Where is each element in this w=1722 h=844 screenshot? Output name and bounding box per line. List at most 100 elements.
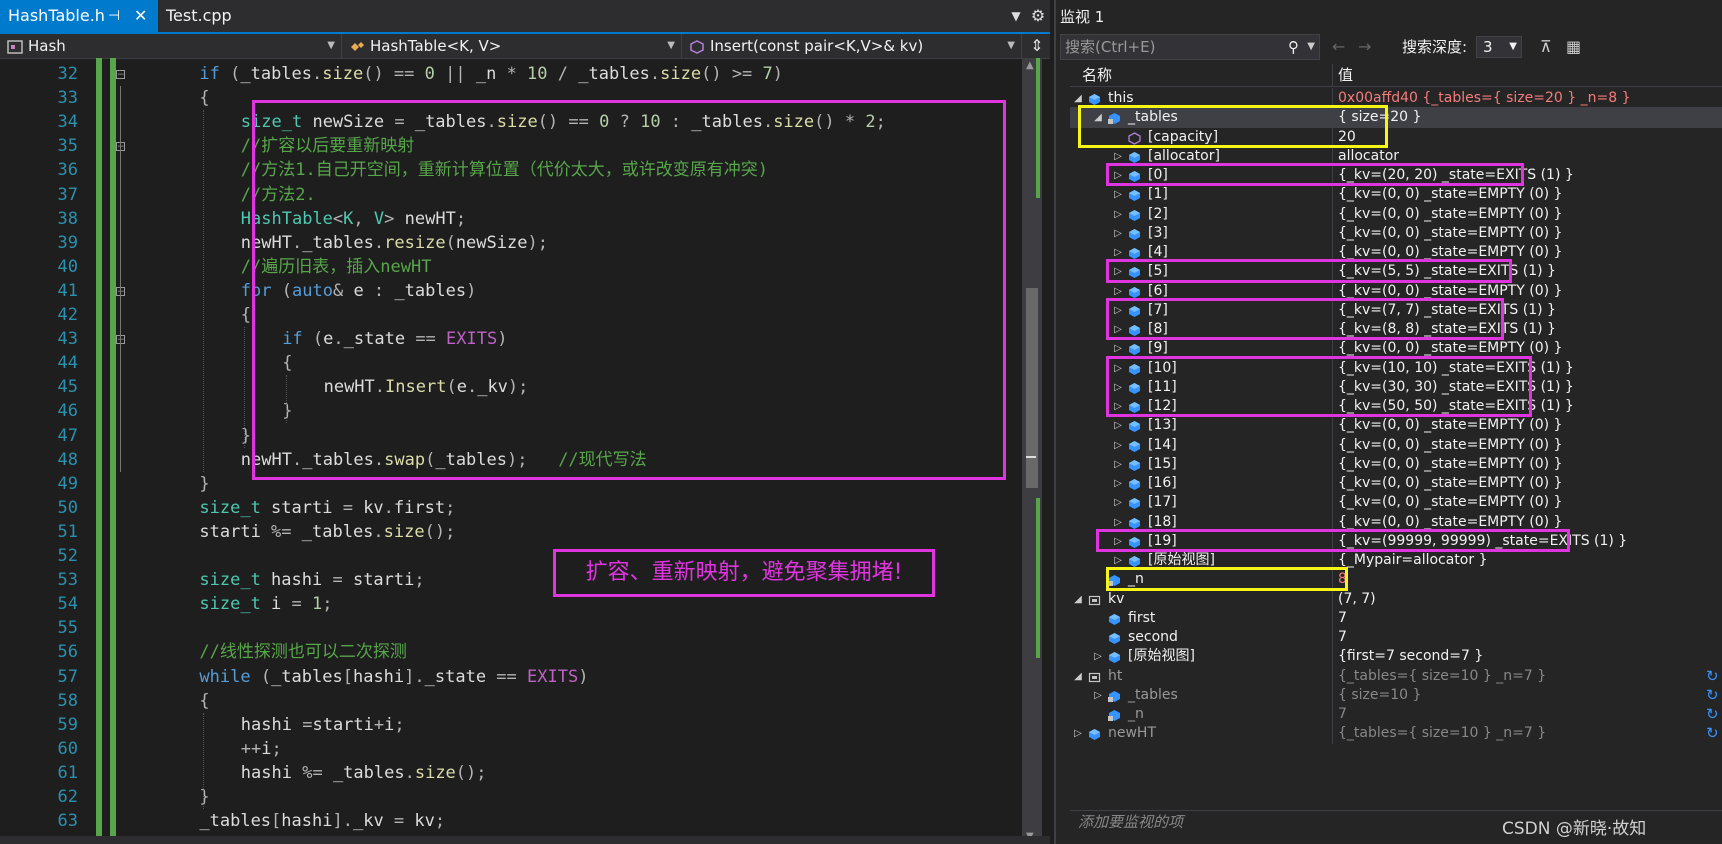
expand-arrow-icon[interactable]: ▷: [1112, 473, 1124, 494]
horizontal-scrollbar[interactable]: [0, 836, 1050, 844]
watch-row[interactable]: ▷ [16] {_kv=(0, 0) _state=EMPTY (0) }: [1070, 473, 1722, 494]
columns-icon[interactable]: ▦: [1566, 34, 1581, 60]
watch-row[interactable]: ▷ [2] {_kv=(0, 0) _state=EMPTY (0) }: [1070, 203, 1722, 225]
scroll-up-icon[interactable]: ▲: [1026, 60, 1034, 71]
collapse-arrow-icon[interactable]: ◢: [1072, 666, 1084, 687]
column-divider: [1332, 434, 1333, 456]
watch-item-value[interactable]: {_tables={ size=10 } _n=7 }: [1338, 723, 1546, 744]
code-line[interactable]: {: [199, 86, 209, 110]
chevron-down-icon[interactable]: ▼: [1307, 35, 1315, 59]
search-depth-select[interactable]: 3 ▼: [1476, 36, 1522, 58]
watch-row[interactable]: ▷ [1] {_kv=(0, 0) _state=EMPTY (0) }: [1070, 184, 1722, 206]
tab-overflow-dropdown-icon[interactable]: ▼: [1006, 0, 1026, 32]
column-name-header[interactable]: 名称: [1082, 64, 1112, 86]
expand-arrow-icon[interactable]: ▷: [1112, 184, 1124, 205]
search-input[interactable]: 搜索(Ctrl+E) ⚲ ▼: [1060, 34, 1320, 60]
pin-watch-icon[interactable]: ⊼: [1540, 34, 1552, 60]
expand-arrow-icon[interactable]: ▷: [1092, 646, 1104, 667]
expand-arrow-icon[interactable]: ▷: [1112, 415, 1124, 436]
watch-row[interactable]: ▷ [原始视图] {first=7 second=7 }: [1070, 646, 1722, 668]
back-arrow-icon[interactable]: ←: [1332, 34, 1345, 60]
watch-item-value[interactable]: {_kv=(0, 0) _state=EMPTY (0) }: [1338, 454, 1562, 475]
watch-row[interactable]: second 7: [1070, 627, 1722, 648]
field-icon: [1108, 650, 1121, 664]
code-line[interactable]: if (_tables.size() == 0 || _n * 10 / _ta…: [199, 62, 783, 86]
tab-hashtable-h[interactable]: HashTable.h ⊣ ✕: [0, 0, 158, 32]
forward-arrow-icon[interactable]: →: [1358, 34, 1371, 60]
watch-item-value[interactable]: {_kv=(0, 0) _state=EMPTY (0) }: [1338, 184, 1562, 205]
expand-arrow-icon[interactable]: ▷: [1112, 492, 1124, 513]
watch-row[interactable]: ▷ newHT {_tables={ size=10 } _n=7 } ↻: [1070, 723, 1722, 745]
watch-item-value[interactable]: 7: [1338, 627, 1347, 648]
code-line[interactable]: //线性探测也可以二次探测: [199, 640, 406, 664]
local-icon: [1088, 670, 1101, 683]
expand-arrow-icon[interactable]: ▷: [1112, 454, 1124, 475]
code-line[interactable]: hashi =starti+i;: [241, 713, 405, 737]
watch-row[interactable]: _n 7 ↻: [1070, 704, 1722, 725]
split-view-icon[interactable]: ⇕: [1024, 34, 1050, 58]
watch-item-value[interactable]: (7, 7): [1338, 589, 1376, 610]
column-value-header[interactable]: 值: [1338, 64, 1353, 86]
expand-arrow-icon[interactable]: ▷: [1112, 204, 1124, 225]
watch-item-value[interactable]: {_kv=(0, 0) _state=EMPTY (0) }: [1338, 473, 1562, 494]
expand-arrow-icon[interactable]: ▷: [1072, 723, 1084, 744]
watch-item-value[interactable]: {_kv=(0, 0) _state=EMPTY (0) }: [1338, 204, 1562, 225]
watch-item-value[interactable]: {_kv=(0, 0) _state=EMPTY (0) }: [1338, 435, 1562, 456]
refresh-icon[interactable]: ↻: [1706, 704, 1719, 725]
code-line[interactable]: ++i;: [241, 737, 282, 761]
expand-arrow-icon[interactable]: ▷: [1092, 685, 1104, 706]
watch-item-value[interactable]: {_tables={ size=10 } _n=7 }: [1338, 666, 1546, 687]
search-icon[interactable]: ⚲: [1288, 35, 1299, 59]
watch-row[interactable]: ▷ [3] {_kv=(0, 0) _state=EMPTY (0) }: [1070, 222, 1722, 244]
rehash-code-highlight-box: [252, 100, 1006, 480]
code-line[interactable]: {: [241, 303, 251, 327]
code-editor[interactable]: HashTable.h ⊣ ✕ Test.cpp ▼ ⚙ Hash ▼ HashT…: [0, 0, 1050, 844]
expand-arrow-icon[interactable]: ▷: [1112, 223, 1124, 244]
collapse-arrow-icon[interactable]: ◢: [1072, 589, 1084, 610]
chevron-down-icon: ▼: [667, 40, 675, 51]
code-line[interactable]: size_t i = 1;: [199, 592, 332, 616]
code-line[interactable]: {: [199, 689, 209, 713]
watch-item-value[interactable]: 7: [1338, 608, 1347, 629]
watch-row[interactable]: ◢ kv (7, 7): [1070, 588, 1722, 610]
scroll-thumb[interactable]: [1026, 288, 1038, 488]
watch-row[interactable]: ▷ [13] {_kv=(0, 0) _state=EMPTY (0) }: [1070, 415, 1722, 437]
vertical-scrollbar[interactable]: ▲ ▼: [1022, 58, 1042, 844]
watch-row[interactable]: ▷ [15] {_kv=(0, 0) _state=EMPTY (0) }: [1070, 453, 1722, 475]
pin-icon[interactable]: ⊣: [108, 0, 120, 32]
class-dropdown[interactable]: HashTable<K, V> ▼: [342, 34, 682, 58]
refresh-icon[interactable]: ↻: [1706, 723, 1719, 744]
watch-row[interactable]: ▷ _tables { size=10 } ↻: [1070, 684, 1722, 706]
refresh-icon[interactable]: ↻: [1706, 666, 1719, 687]
watch-item-value[interactable]: {_Mypair=allocator }: [1338, 550, 1487, 571]
project-icon: [7, 39, 23, 54]
watch-item-value[interactable]: {_kv=(0, 0) _state=EMPTY (0) }: [1338, 415, 1562, 436]
code-line[interactable]: size_t starti = kv.first;: [199, 496, 455, 520]
watch-row[interactable]: ▷ [14] {_kv=(0, 0) _state=EMPTY (0) }: [1070, 434, 1722, 456]
code-line[interactable]: starti %= _tables.size();: [199, 520, 455, 544]
local-icon: [1088, 593, 1101, 606]
code-line[interactable]: while (_tables[hashi]._state == EXITS): [199, 665, 588, 689]
expand-arrow-icon[interactable]: ▷: [1112, 435, 1124, 456]
watch-item-value[interactable]: {_kv=(0, 0) _state=EMPTY (0) }: [1338, 492, 1562, 513]
watch-item-value[interactable]: 7: [1338, 704, 1347, 725]
code-line[interactable]: }: [199, 472, 209, 496]
project-scope-dropdown[interactable]: Hash ▼: [0, 34, 342, 58]
member-dropdown[interactable]: Insert(const pair<K,V>& kv) ▼: [682, 34, 1022, 58]
watch-item-value[interactable]: {first=7 second=7 }: [1338, 646, 1483, 667]
code-line[interactable]: size_t hashi = starti;: [199, 568, 424, 592]
watch-row[interactable]: ◢ ht {_tables={ size=10 } _n=7 } ↻: [1070, 665, 1722, 687]
refresh-icon[interactable]: ↻: [1706, 685, 1719, 706]
watch-item-value[interactable]: { size=10 }: [1338, 685, 1421, 706]
column-divider[interactable]: [1332, 64, 1333, 86]
watch-row[interactable]: first 7: [1070, 607, 1722, 629]
watch-item-value[interactable]: {_kv=(0, 0) _state=EMPTY (0) }: [1338, 223, 1562, 244]
watch-row[interactable]: ▷ [17] {_kv=(0, 0) _state=EMPTY (0) }: [1070, 492, 1722, 514]
field-icon: [1128, 516, 1141, 529]
code-line[interactable]: _tables[hashi]._kv = kv;: [199, 809, 445, 833]
gear-icon[interactable]: ⚙: [1028, 0, 1048, 32]
collapse-icon[interactable]: −: [116, 70, 125, 80]
close-icon[interactable]: ✕: [134, 0, 147, 32]
tab-test-cpp[interactable]: Test.cpp: [158, 0, 268, 32]
code-line[interactable]: hashi %= _tables.size();: [241, 761, 487, 785]
